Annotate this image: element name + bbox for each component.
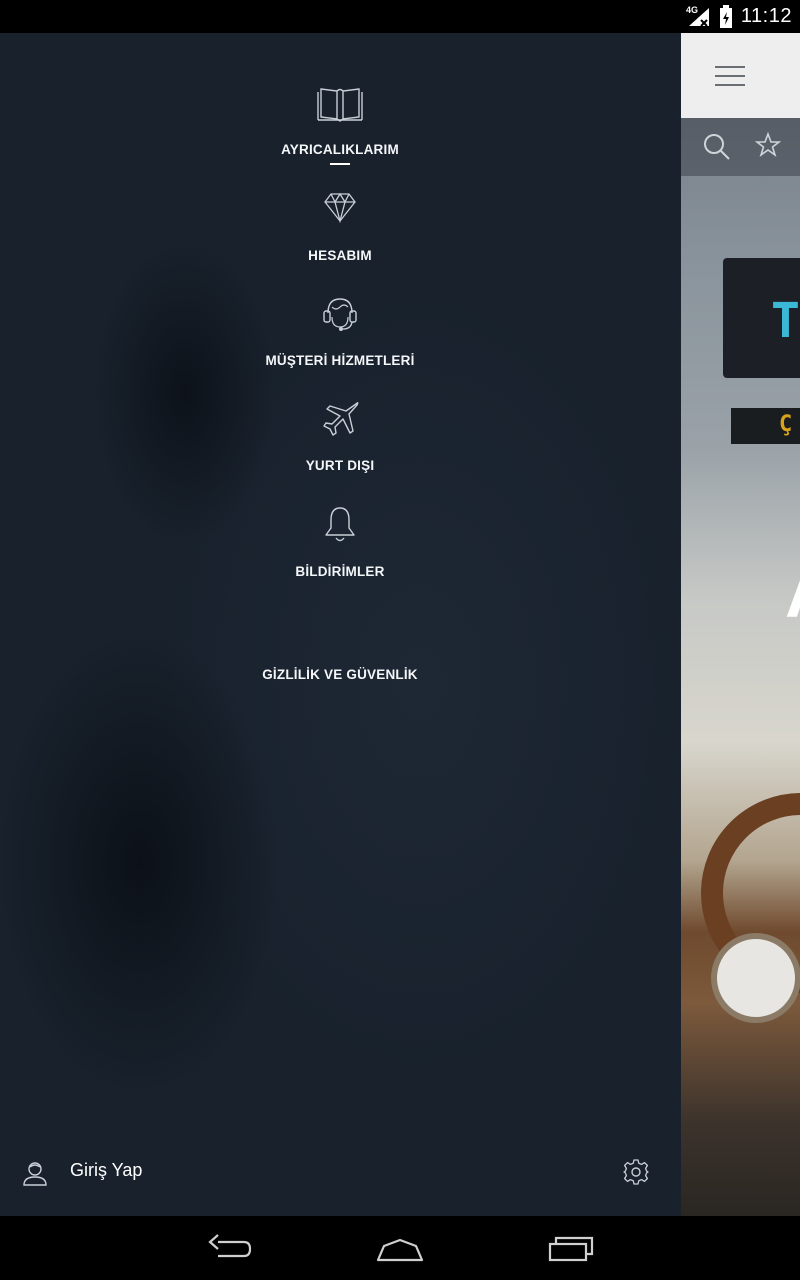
menu-item-yurt-disi[interactable]: YURT DIŞI — [240, 399, 440, 473]
parking-sign: T — [723, 258, 800, 378]
headline-fragment: A — [785, 553, 800, 633]
hamburger-menu-icon[interactable] — [715, 66, 745, 86]
bell-icon — [325, 507, 355, 542]
drawer-footer: Giriş Yap — [0, 1138, 681, 1208]
airplane-icon — [323, 402, 359, 436]
star-icon[interactable] — [755, 132, 781, 158]
diamond-icon — [324, 192, 356, 223]
navigation-drawer: AYRICALIKLARIM HESABIM MÜŞTERİ HİZMETLER… — [0, 33, 681, 1216]
home-icon[interactable] — [374, 1230, 426, 1266]
app-toolbar — [681, 33, 800, 118]
gear-icon[interactable] — [623, 1159, 649, 1185]
signal-icon — [688, 7, 709, 27]
led-sign: Ç — [731, 408, 800, 444]
menu-label: AYRICALIKLARIM — [281, 142, 399, 157]
back-icon[interactable] — [206, 1230, 254, 1266]
app-action-bar — [681, 118, 800, 176]
menu-item-bildirimler[interactable]: BİLDİRİMLER — [240, 504, 440, 579]
headset-icon — [323, 298, 357, 331]
menu-label: MÜŞTERİ HİZMETLERİ — [265, 353, 415, 368]
search-icon[interactable] — [703, 133, 731, 161]
background-app: T Ç A — [681, 33, 800, 1216]
menu-label: HESABIM — [308, 248, 372, 263]
menu-label: GİZLİLİK VE GÜVENLİK — [262, 667, 418, 682]
recents-icon[interactable] — [546, 1230, 596, 1266]
user-icon[interactable] — [22, 1160, 48, 1186]
login-button[interactable]: Giriş Yap — [70, 1160, 142, 1181]
menu-item-hesabim[interactable]: HESABIM — [240, 191, 440, 263]
menu-item-musteri-hizmetleri[interactable]: MÜŞTERİ HİZMETLERİ — [240, 295, 440, 368]
menu-label: BİLDİRİMLER — [295, 564, 385, 579]
clock: 11:12 — [740, 5, 792, 27]
battery-icon — [719, 4, 732, 28]
menu-item-gizlilik-ve-guvenlik[interactable]: GİZLİLİK VE GÜVENLİK — [240, 667, 440, 682]
menu-item-ayricaliklarim[interactable]: AYRICALIKLARIM — [240, 83, 440, 165]
speedometer — [711, 933, 800, 1023]
system-nav-bar — [0, 1216, 800, 1280]
menu-label: YURT DIŞI — [305, 458, 375, 473]
active-indicator — [330, 163, 350, 165]
book-icon — [317, 88, 363, 122]
status-bar: 4G 11:12 — [0, 0, 800, 33]
